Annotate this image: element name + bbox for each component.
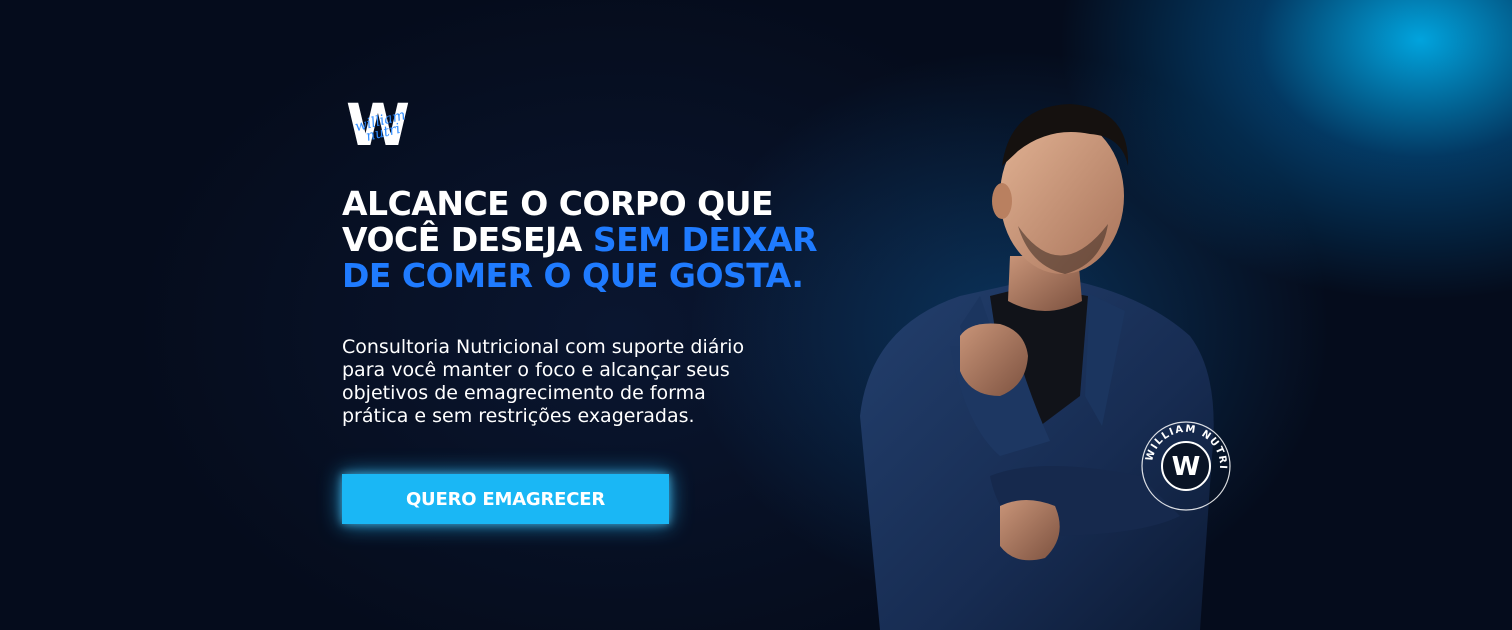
headline-line-1: ALCANCE O CORPO QUE <box>342 184 774 223</box>
brand-logo: W william nutri <box>346 96 416 156</box>
headline-line-2-accent: SEM DEIXAR <box>592 220 818 259</box>
portrait-photo <box>860 104 1214 630</box>
headline-line-2: VOCÊ DESEJA SEM DEIXAR <box>342 222 862 258</box>
headline-line-3: DE COMER O QUE GOSTA. <box>342 256 804 295</box>
badge-letter: W <box>1172 452 1201 482</box>
hero-banner: W william nutri ALCANCE O CORPO QUE VOCÊ… <box>0 0 1512 630</box>
headline-line-2-white: VOCÊ DESEJA <box>342 220 593 259</box>
description-line-2: para você manter o foco e alcançar seus <box>342 359 730 381</box>
description-line-3: objetivos de emagrecimento de forma <box>342 382 706 404</box>
description: Consultoria Nutricional com suporte diár… <box>342 336 822 428</box>
cta-label: QUERO EMAGRECER <box>405 488 606 510</box>
william-nutri-badge: W WILLIAM NUTRI <box>1141 421 1231 511</box>
description-line-4: prática e sem restrições exageradas. <box>342 405 695 427</box>
headline: ALCANCE O CORPO QUE VOCÊ DESEJA SEM DEIX… <box>342 186 862 294</box>
description-line-1: Consultoria Nutricional com suporte diár… <box>342 336 745 358</box>
cta-quero-emagrecer-button[interactable]: QUERO EMAGRECER <box>342 474 669 524</box>
